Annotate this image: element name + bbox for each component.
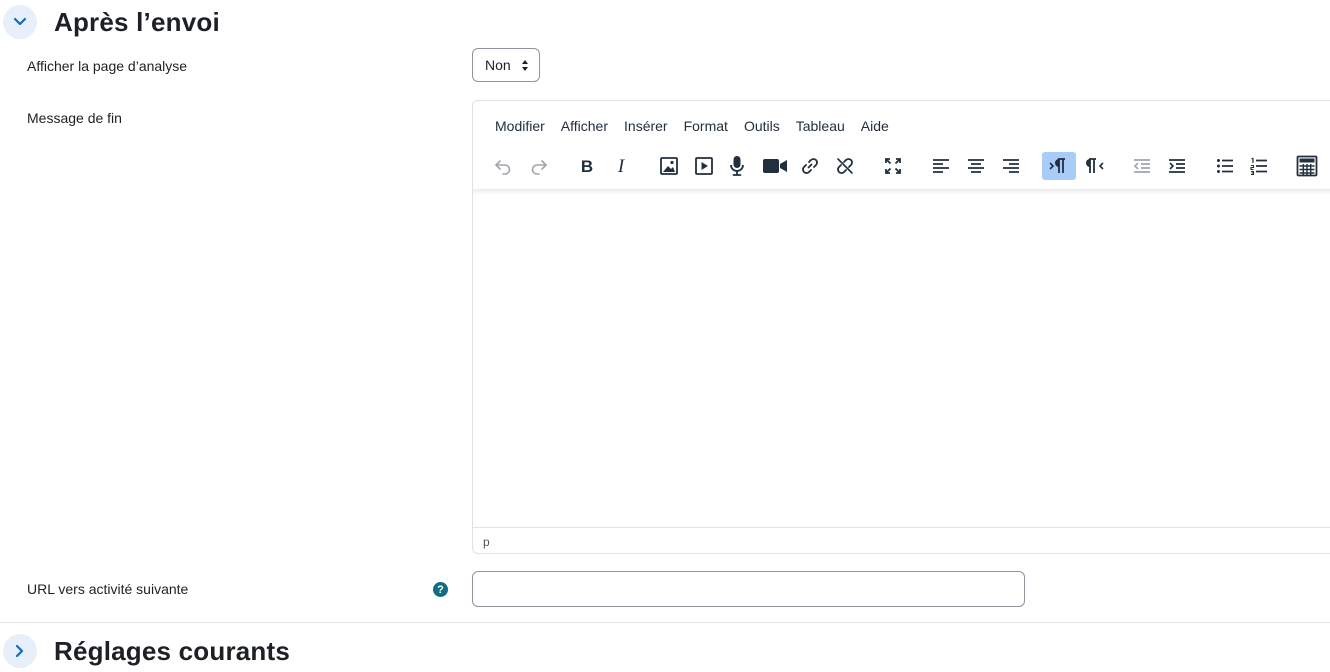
italic-button[interactable]: I bbox=[604, 152, 638, 180]
image-icon bbox=[660, 157, 678, 175]
link-icon bbox=[802, 158, 818, 174]
outdent-button[interactable] bbox=[1125, 152, 1159, 180]
record-audio-button[interactable] bbox=[720, 152, 754, 180]
collapse-toggle-common-settings[interactable] bbox=[3, 634, 37, 668]
chevron-right-icon bbox=[15, 644, 24, 658]
undo-button[interactable] bbox=[486, 152, 520, 180]
next-activity-url-input[interactable] bbox=[472, 571, 1025, 607]
calculator-icon bbox=[1296, 155, 1318, 177]
show-analysis-label: Afficher la page d’analyse bbox=[27, 58, 188, 74]
fullscreen-icon bbox=[885, 158, 901, 174]
unlink-button[interactable] bbox=[828, 152, 862, 180]
next-activity-url-label: URL vers activité suivante bbox=[27, 581, 189, 597]
numbered-list-button[interactable] bbox=[1242, 152, 1276, 180]
align-left-icon bbox=[933, 159, 949, 173]
ltr-button[interactable] bbox=[1042, 152, 1076, 180]
italic-icon: I bbox=[617, 156, 626, 176]
indent-button[interactable] bbox=[1160, 152, 1194, 180]
rich-text-editor: Modifier Afficher Insérer Format Outils … bbox=[472, 100, 1330, 554]
end-message-label: Message de fin bbox=[27, 110, 122, 126]
rtl-button[interactable] bbox=[1077, 152, 1111, 180]
element-path[interactable]: p bbox=[483, 535, 490, 549]
bullet-list-button[interactable] bbox=[1208, 152, 1242, 180]
menu-format[interactable]: Format bbox=[676, 118, 736, 134]
align-center-icon bbox=[968, 159, 984, 173]
numbered-list-icon bbox=[1250, 157, 1267, 176]
fullscreen-button[interactable] bbox=[876, 152, 910, 180]
link-button[interactable] bbox=[793, 152, 827, 180]
menu-edit[interactable]: Modifier bbox=[487, 118, 553, 134]
chevron-down-icon bbox=[13, 17, 27, 26]
menu-help[interactable]: Aide bbox=[853, 118, 897, 134]
help-icon[interactable]: ? bbox=[433, 582, 448, 597]
align-center-button[interactable] bbox=[959, 152, 993, 180]
redo-button[interactable] bbox=[522, 152, 556, 180]
menu-view[interactable]: Afficher bbox=[553, 118, 616, 134]
menu-tools[interactable]: Outils bbox=[736, 118, 788, 134]
show-analysis-select[interactable]: Non bbox=[472, 48, 540, 82]
bold-button[interactable]: B bbox=[570, 152, 604, 180]
ltr-icon bbox=[1049, 158, 1065, 173]
media-button[interactable] bbox=[687, 152, 721, 180]
media-icon bbox=[695, 157, 713, 175]
unlink-icon bbox=[837, 158, 853, 174]
rtl-icon bbox=[1086, 158, 1104, 173]
align-right-icon bbox=[1003, 159, 1019, 173]
svg-text:I: I bbox=[617, 156, 626, 176]
section-header-common-settings: Réglages courants bbox=[0, 631, 290, 671]
align-right-button[interactable] bbox=[994, 152, 1028, 180]
editor-toolbar: B I bbox=[473, 149, 1330, 185]
section-title-common-settings: Réglages courants bbox=[54, 635, 291, 666]
record-video-button[interactable] bbox=[758, 152, 792, 180]
menu-table[interactable]: Tableau bbox=[788, 118, 853, 134]
undo-icon bbox=[495, 160, 511, 175]
editor-menubar: Modifier Afficher Insérer Format Outils … bbox=[487, 118, 897, 134]
microphone-icon bbox=[730, 156, 744, 176]
collapse-toggle-after-submission[interactable] bbox=[3, 5, 37, 39]
section-divider bbox=[0, 622, 1330, 623]
section-header-after-submission: Après l’envoi bbox=[0, 2, 220, 42]
editor-statusbar: p bbox=[473, 527, 1330, 553]
indent-icon bbox=[1169, 159, 1185, 173]
calculator-button[interactable] bbox=[1290, 152, 1324, 180]
bold-icon: B bbox=[581, 157, 593, 176]
video-camera-icon bbox=[763, 159, 787, 173]
redo-icon bbox=[531, 160, 547, 175]
bullet-list-icon bbox=[1217, 159, 1233, 173]
end-message-editor-area[interactable] bbox=[473, 193, 1330, 528]
show-analysis-value: Non bbox=[485, 57, 511, 73]
section-title-after-submission: Après l’envoi bbox=[54, 6, 220, 37]
menu-insert[interactable]: Insérer bbox=[616, 118, 676, 134]
settings-page: Après l’envoi Afficher la page d’analyse… bbox=[0, 0, 1330, 672]
select-arrows-icon bbox=[522, 60, 528, 71]
align-left-button[interactable] bbox=[924, 152, 958, 180]
image-button[interactable] bbox=[652, 152, 686, 180]
svg-text:B: B bbox=[581, 157, 593, 176]
outdent-icon bbox=[1133, 159, 1150, 173]
